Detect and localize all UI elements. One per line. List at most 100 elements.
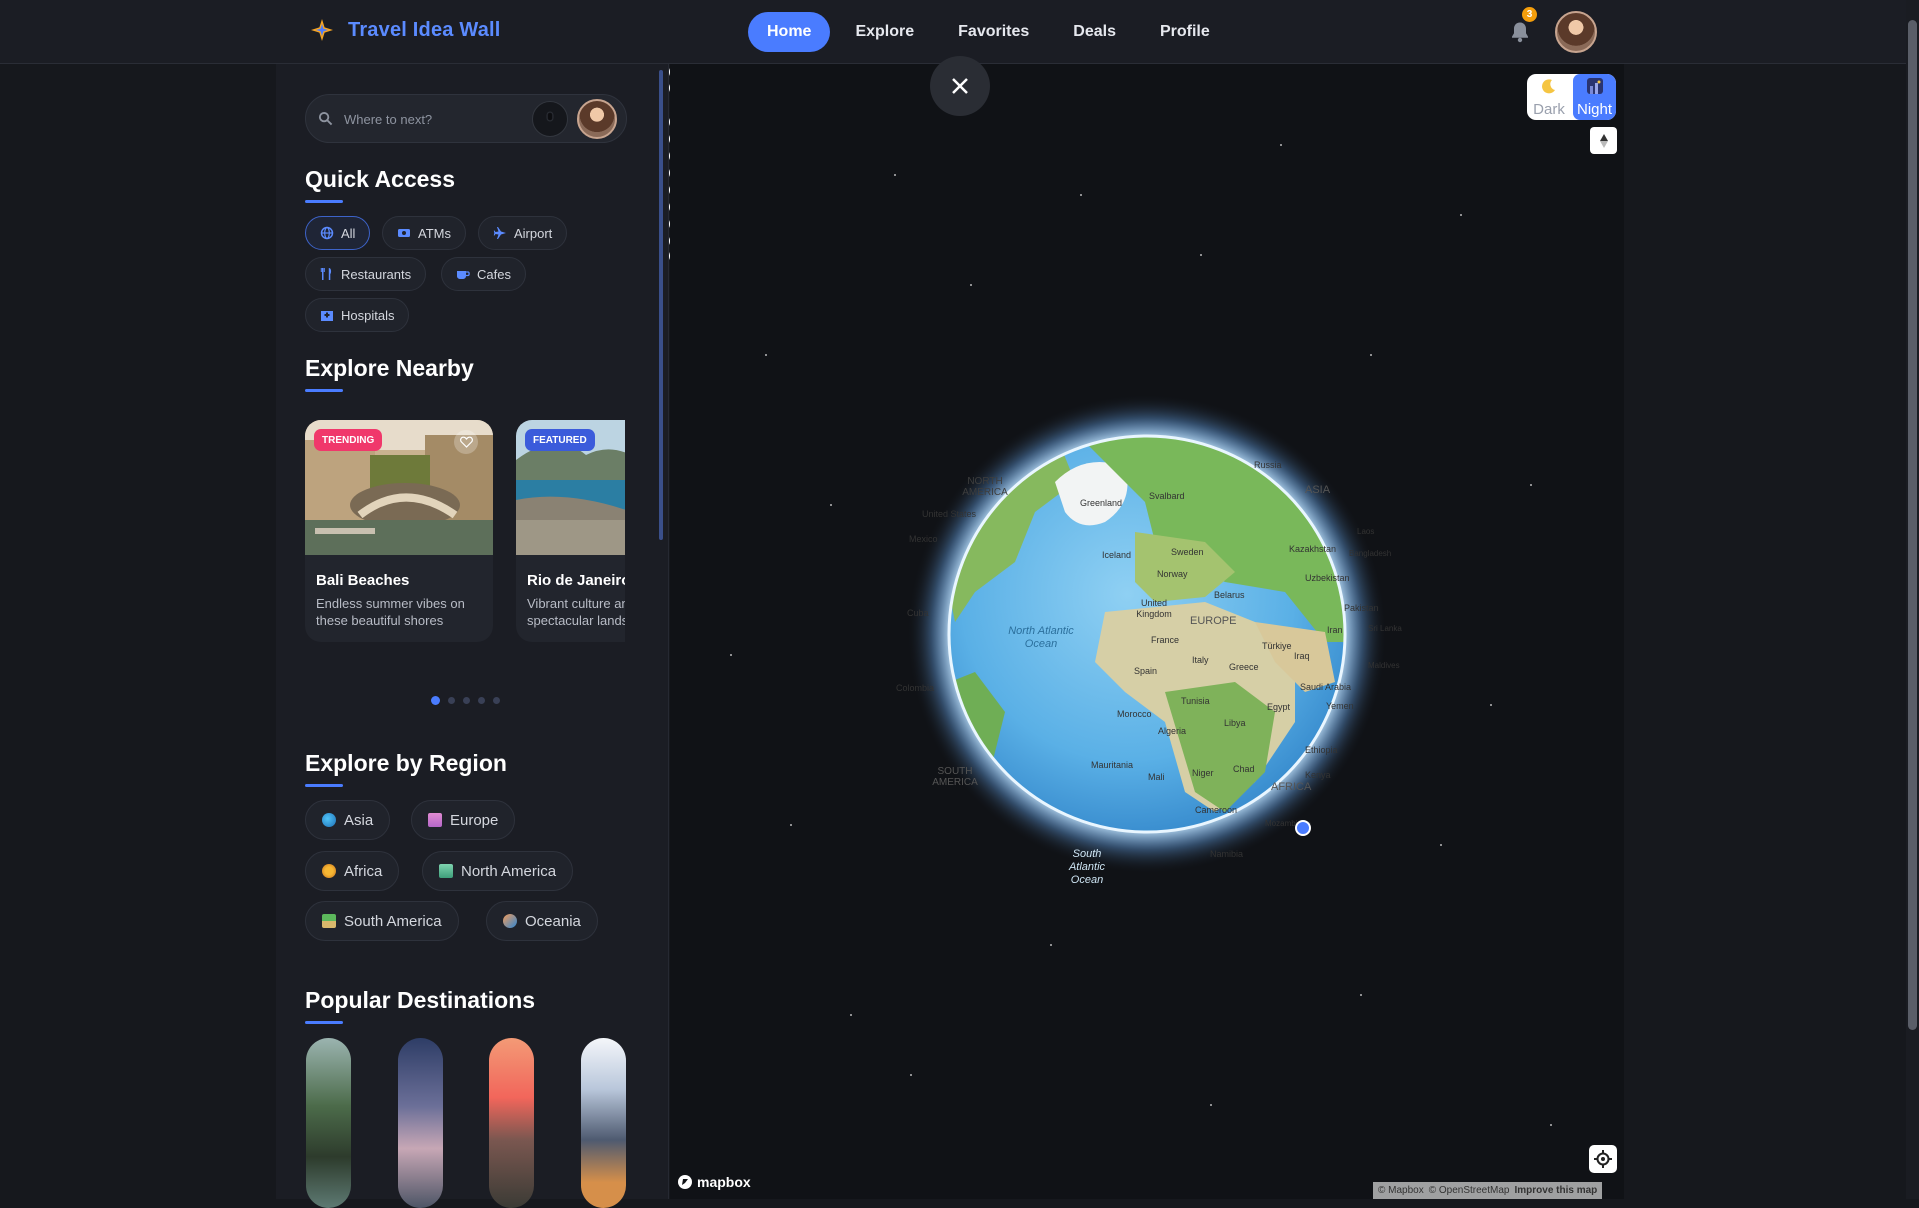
mapbox-logo[interactable]: mapbox [677,1174,751,1190]
mapbox-icon [678,1175,692,1189]
attribution-osm[interactable]: © OpenStreetMap [1429,1185,1510,1196]
map-label: Russia [1254,460,1282,470]
nav-home[interactable]: Home [748,12,831,52]
statue-of-liberty-icon [439,864,453,878]
map-label: Greece [1229,662,1259,672]
geolocate-button[interactable] [1589,1145,1617,1173]
map-label: Iran [1327,625,1343,635]
chip-hospitals[interactable]: Hospitals [305,298,410,332]
nav-explore[interactable]: Explore [836,12,933,52]
mapbox-wordmark: mapbox [697,1174,751,1190]
page-scrollbar-thumb[interactable] [1908,20,1917,1030]
plane-icon [493,227,506,239]
attribution-improve[interactable]: Improve this map [1514,1185,1597,1196]
region-europe[interactable]: Europe [411,800,516,840]
night-city-icon [1587,78,1603,94]
voice-search-button[interactable] [532,101,568,137]
notification-badge: 3 [1522,7,1537,22]
map-label: Chad [1233,764,1255,774]
region-label: Oceania [525,912,581,930]
map-label: AFRICA [1271,781,1312,793]
map-label: Greenland [1080,498,1123,508]
sidebar-scrollbar[interactable] [659,70,663,540]
region-label: Africa [344,862,383,880]
map-label: Mauritania [1091,760,1134,770]
map-label: Saudi Arabia [1300,682,1352,692]
region-north-america[interactable]: North America [422,851,574,891]
carousel-dot-4[interactable] [478,697,485,704]
map-style-toggle: Dark Night [1527,74,1616,120]
map-label: United States [922,509,977,519]
moon-icon [1542,79,1555,94]
style-option-night[interactable]: Night [1573,74,1616,120]
close-button[interactable] [930,56,990,116]
region-label: Asia [344,811,374,829]
region-asia[interactable]: Asia [305,800,391,840]
style-option-dark[interactable]: Dark [1527,74,1571,120]
search-avatar[interactable] [577,99,617,139]
favorite-button[interactable] [454,430,478,454]
map-label: Yemen [1326,701,1354,711]
location-marker[interactable] [1295,820,1311,836]
castle-icon [428,813,442,827]
attribution-mapbox[interactable]: © Mapbox [1378,1185,1424,1196]
map-attribution: © Mapbox © OpenStreetMap Improve this ma… [1373,1182,1603,1199]
card-title: Bali Beaches [316,572,410,589]
map-label: Maldives [1368,661,1400,670]
carousel-dot-2[interactable] [448,697,455,704]
chip-label: Cafes [477,266,511,282]
nearby-card-rio[interactable]: FEATURED Rio de Janeiro Vibrant culture … [516,420,625,642]
destination-thumb-2[interactable] [398,1038,443,1208]
app-title: Travel Idea Wall [348,18,501,41]
map-label: Norway [1157,569,1188,579]
map-label: EUROPE [1190,615,1237,627]
user-avatar[interactable] [1555,11,1597,53]
coffee-icon [457,271,470,279]
nav-profile[interactable]: Profile [1141,12,1229,52]
nearby-carousel: TRENDING Bali Beaches Endless summer vib… [305,420,625,650]
map-label: ASIA [1305,484,1331,496]
carousel-dot-1[interactable] [431,696,440,705]
map-label: Mali [1148,772,1165,782]
surfer-icon [503,914,517,928]
app-logo[interactable]: Travel Idea Wall [310,18,501,42]
map-label: Svalbard [1149,491,1185,501]
map-label: Laos [1357,527,1375,536]
map-label: France [1151,635,1180,645]
bell-icon[interactable] [1508,20,1532,44]
nearby-card-bali[interactable]: TRENDING Bali Beaches Endless summer vib… [305,420,493,642]
destination-thumb-4[interactable] [581,1038,626,1208]
map-label: Iceland [1102,550,1132,560]
map-label: Egypt [1267,702,1291,712]
destination-thumb-3[interactable] [489,1038,534,1208]
region-south-america[interactable]: South America [305,901,459,941]
chip-restaurants[interactable]: Restaurants [305,257,427,291]
compass-button[interactable] [1590,127,1617,154]
search-input[interactable] [344,107,534,131]
crosshair-icon [1594,1150,1612,1168]
map-label: Cuba [907,608,929,618]
close-icon [952,78,968,94]
main-nav: Home Explore Favorites Deals Profile [748,12,1229,52]
chip-cafes[interactable]: Cafes [441,257,526,291]
quick-access-title: Quick Access [305,166,456,203]
nav-deals[interactable]: Deals [1054,12,1135,52]
region-africa[interactable]: Africa [305,851,400,891]
cash-icon [398,229,410,237]
map-label: Niger [1192,768,1214,778]
card-description: Vibrant culture and spectacular landscap… [527,596,625,628]
carousel-dot-5[interactable] [493,697,500,704]
chip-all[interactable]: All [305,216,371,250]
chip-airport[interactable]: Airport [478,216,568,250]
destination-thumb-1[interactable] [306,1038,351,1208]
chip-atms[interactable]: ATMs [382,216,466,250]
search-icon [318,111,333,126]
carousel-dot-3[interactable] [463,697,470,704]
chip-label: Hospitals [341,307,395,323]
region-oceania[interactable]: Oceania [486,901,598,941]
nav-favorites[interactable]: Favorites [939,12,1048,52]
map-label: Kenya [1305,770,1331,780]
map-label: Sweden [1171,547,1204,557]
region-label: Europe [450,811,499,829]
map-label: North Atlantic Ocean [1008,625,1074,650]
